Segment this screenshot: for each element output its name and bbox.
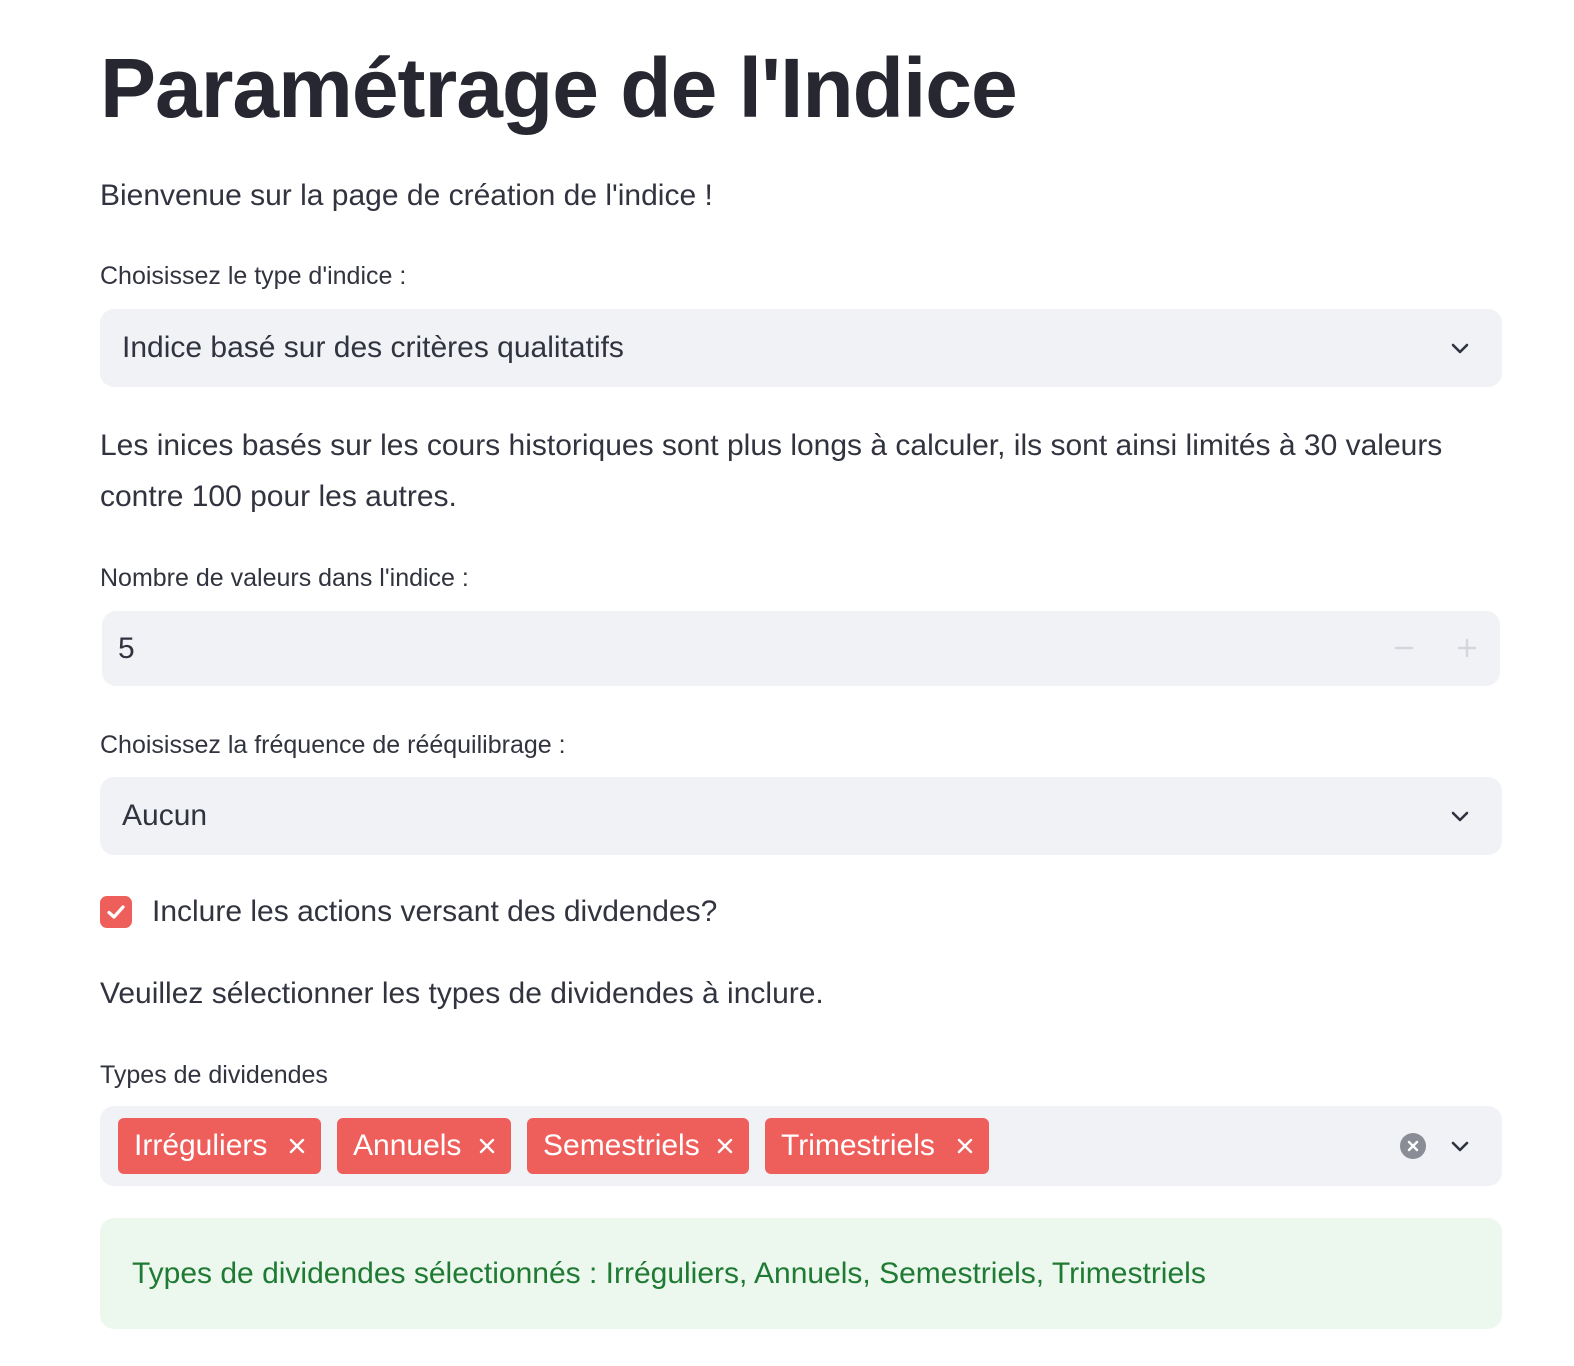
num-values-value[interactable]: 5 — [118, 611, 135, 686]
chip-label: Irréguliers — [134, 1129, 268, 1162]
chip-trimestriels: Trimestriels — [765, 1118, 989, 1174]
chip-label: Annuels — [353, 1129, 462, 1162]
info-text-line-2: contre 100 pour les autres. — [100, 480, 457, 513]
num-values-input[interactable]: 5 — [102, 611, 1500, 686]
minus-icon[interactable] — [1389, 633, 1419, 663]
chip-annuels: Annuels — [337, 1118, 511, 1174]
chip-label: Semestriels — [543, 1129, 700, 1162]
page-title: Paramétrage de l'Indice — [100, 41, 1018, 135]
plus-icon[interactable] — [1452, 633, 1482, 663]
chevron-down-icon[interactable] — [1448, 336, 1472, 360]
dividends-checkbox-label[interactable]: Inclure les actions versant des divdende… — [152, 890, 717, 934]
welcome-text: Bienvenue sur la page de création de l'i… — [100, 179, 713, 212]
remove-icon[interactable] — [287, 1136, 307, 1156]
success-message: Types de dividendes sélectionnés : Irrég… — [132, 1257, 1206, 1290]
remove-icon[interactable] — [477, 1136, 497, 1156]
success-alert: Types de dividendes sélectionnés : Irrég… — [100, 1218, 1502, 1329]
chevron-down-icon[interactable] — [1448, 1134, 1472, 1158]
rebalancing-label: Choisissez la fréquence de rééquilibrage… — [100, 731, 566, 759]
index-type-selected-value: Indice basé sur des critères qualitatifs — [122, 331, 624, 364]
chip-irreguliers: Irréguliers — [118, 1118, 321, 1174]
num-values-label: Nombre de valeurs dans l'indice : — [100, 564, 469, 592]
clear-all-icon[interactable] — [1400, 1133, 1426, 1159]
checkmark-icon — [107, 905, 125, 919]
index-type-select[interactable]: Indice basé sur des critères qualitatifs — [100, 309, 1502, 387]
remove-icon[interactable] — [955, 1136, 975, 1156]
chip-label: Trimestriels — [781, 1129, 935, 1162]
remove-icon[interactable] — [715, 1136, 735, 1156]
dividend-instruction: Veuillez sélectionner les types de divid… — [100, 977, 824, 1010]
rebalancing-selected-value: Aucun — [122, 799, 208, 832]
info-text-line-1: Les inices basés sur les cours historiqu… — [100, 429, 1443, 462]
rebalancing-select[interactable]: Aucun — [100, 777, 1502, 855]
dividends-checkbox[interactable] — [100, 896, 132, 928]
dividend-types-label: Types de dividendes — [100, 1061, 328, 1089]
chevron-down-icon[interactable] — [1448, 804, 1472, 828]
index-type-label: Choisissez le type d'indice : — [100, 262, 407, 290]
chip-semestriels: Semestriels — [527, 1118, 749, 1174]
dividend-types-multiselect[interactable]: Irréguliers Annuels Semestriels Trimestr… — [100, 1106, 1502, 1186]
